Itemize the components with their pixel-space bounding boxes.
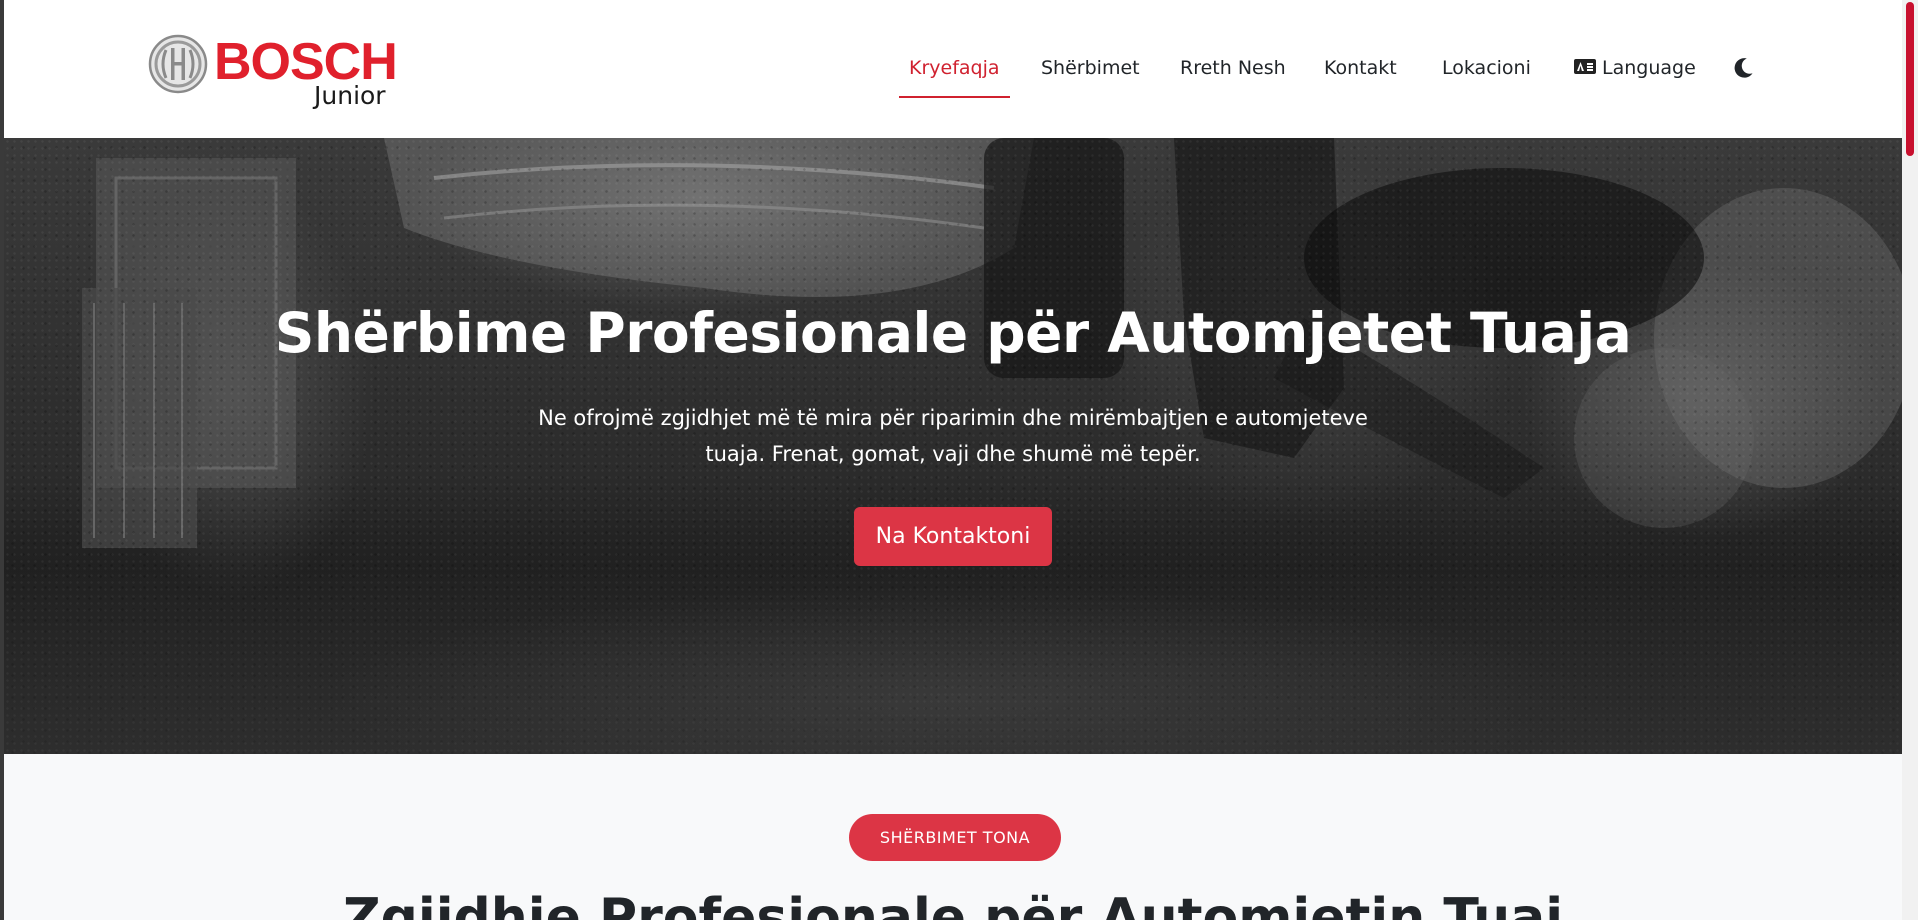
nav-item-kontakt[interactable]: Kontakt [1324,46,1397,90]
navbar: BOSCH Junior Kryefaqja Shërbimet Rreth N… [4,0,1902,138]
page-scrollbar[interactable] [1902,0,1918,920]
active-nav-indicator [899,96,1010,98]
services-badge: SHËRBIMET TONA [849,814,1061,861]
scrollbar-thumb[interactable] [1906,2,1914,156]
hero-section: Shërbime Profesionale për Automjetet Tua… [4,138,1902,754]
services-section: SHËRBIMET TONA Zgjidhje Profesionale për… [4,754,1902,920]
hero-title: Shërbime Profesionale për Automjetet Tua… [274,301,1632,365]
brand-subtitle: Junior [314,81,386,110]
nav-item-language[interactable]: Language [1574,46,1696,90]
moon-icon[interactable] [1730,55,1756,81]
nav-item-rreth-nesh[interactable]: Rreth Nesh [1180,46,1286,90]
nav-language-label: Language [1602,57,1696,79]
nav-item-kryefaqja[interactable]: Kryefaqja [909,46,1000,90]
hero-description: Ne ofrojmë zgjidhjet më të mira për ripa… [538,406,1368,466]
language-card-icon [1574,59,1596,74]
services-title: Zgjidhje Profesionale për Automjetin Tua… [342,888,1564,920]
brand-logo[interactable]: BOSCH Junior [148,32,398,112]
bosch-emblem-icon [148,34,208,94]
page-viewport: BOSCH Junior Kryefaqja Shërbimet Rreth N… [4,0,1902,920]
hero-floor-shade [4,538,1902,754]
contact-us-button[interactable]: Na Kontaktoni [854,507,1052,566]
nav-item-lokacioni[interactable]: Lokacioni [1442,46,1531,90]
nav-item-sherbimet[interactable]: Shërbimet [1041,46,1140,90]
